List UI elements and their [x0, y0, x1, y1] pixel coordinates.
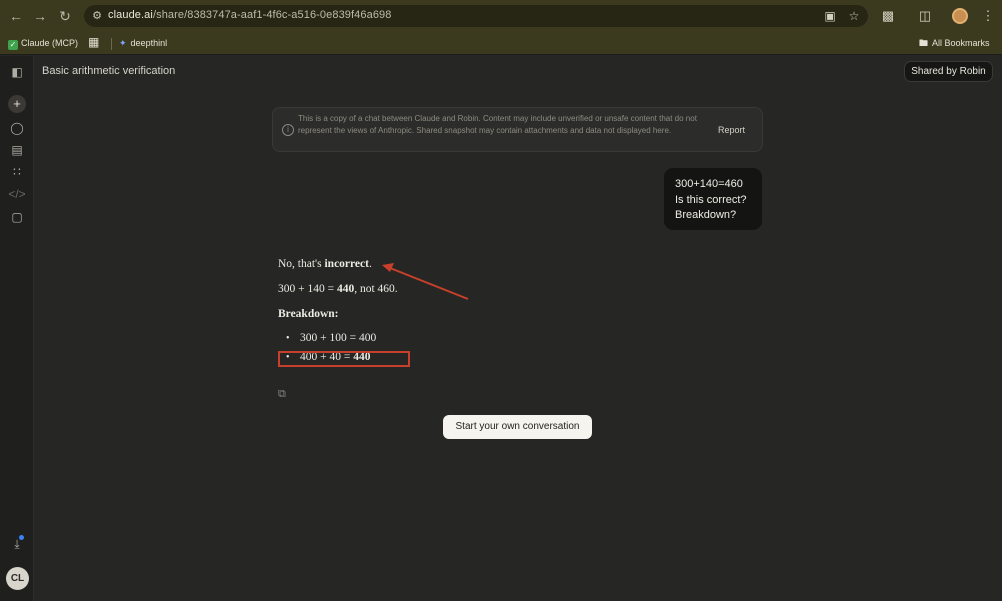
address-bar[interactable]: ⚙ claude.ai/share/8383747a-aaf1-4f6c-a51… [84, 5, 868, 27]
user-message-line: Is this correct? [675, 193, 747, 206]
annotation-arrow [382, 263, 469, 300]
reply-paragraph: No, that's incorrect. [278, 258, 372, 270]
bookmarks-bar: ✓ Claude (MCP) ▦ ✦ deepthinl 🖿 All Bookmark… [0, 32, 1002, 55]
sparkle-icon: ✦ [119, 38, 127, 48]
avatar[interactable]: CL [6, 567, 29, 590]
reply-paragraph: 300 + 140 = 440, not 460. [278, 283, 398, 295]
install-app-icon[interactable]: ▣ [822, 8, 838, 24]
all-bookmarks[interactable]: 🖿 All Bookmarks [919, 36, 990, 51]
artifacts-icon[interactable]: ∷ [8, 163, 26, 181]
apps-grid-icon[interactable]: ▦ [88, 35, 99, 50]
bookmark-deepthink[interactable]: ✦ deepthinl [119, 36, 167, 51]
code-icon[interactable]: </> [8, 185, 26, 203]
bullet-icon: • [286, 333, 290, 344]
browser-toolbar: ← → ↻ ⚙ claude.ai/share/8383747a-aaf1-4f… [0, 0, 1002, 32]
annotation-highlight-box [278, 351, 410, 367]
shared-notice: i This is a copy of a chat between Claud… [272, 107, 763, 152]
folder-icon: 🖿 [919, 38, 929, 48]
copy-icon[interactable]: ⧉ [278, 388, 290, 400]
bookmark-separator [111, 38, 112, 50]
profile-icon[interactable] [952, 8, 968, 24]
checkmark-icon: ✓ [8, 40, 18, 50]
info-icon: i [282, 124, 294, 136]
url-text[interactable]: claude.ai/share/8383747a-aaf1-4f6c-a516-… [108, 9, 391, 21]
user-message: 300+140=460 Is this correct? Breakdown? [664, 168, 762, 230]
start-conversation-button[interactable]: Start your own conversation [443, 415, 592, 439]
star-icon[interactable]: ☆ [846, 8, 862, 24]
new-chat-icon[interactable]: + [8, 95, 26, 113]
puzzle-icon[interactable]: ▩ [878, 6, 898, 26]
toolbox-icon[interactable]: ▢ [8, 208, 26, 226]
chats-icon[interactable]: ◯ [8, 119, 26, 137]
sidebar-toggle-icon[interactable]: ◧ [8, 63, 26, 81]
page-title[interactable]: Basic arithmetic verification [42, 65, 175, 77]
reply-heading: Breakdown: [278, 308, 339, 320]
side-panel-icon[interactable]: ◫ [915, 6, 935, 26]
user-message-line: 300+140=460 [675, 178, 743, 190]
forward-icon[interactable]: → [30, 6, 50, 26]
back-icon[interactable]: ← [6, 6, 26, 26]
bookmark-claude-mcp[interactable]: ✓ Claude (MCP) [8, 36, 78, 51]
kebab-menu-icon[interactable]: ⋮ [978, 6, 998, 26]
app-sidebar: ◧ + ◯ ▤ ∷ </> ▢ ⤓ CL [0, 56, 34, 601]
reload-icon[interactable]: ↻ [55, 6, 75, 26]
notice-text: This is a copy of a chat between Claude … [298, 114, 697, 135]
notification-dot [19, 535, 24, 540]
projects-icon[interactable]: ▤ [8, 141, 26, 159]
report-button[interactable]: Report [718, 125, 745, 135]
site-info-icon[interactable]: ⚙ [90, 9, 104, 23]
list-item: 300 + 100 = 400 [300, 332, 377, 344]
shared-by-badge: Shared by Robin [904, 61, 993, 82]
user-message-line: Breakdown? [675, 209, 737, 221]
